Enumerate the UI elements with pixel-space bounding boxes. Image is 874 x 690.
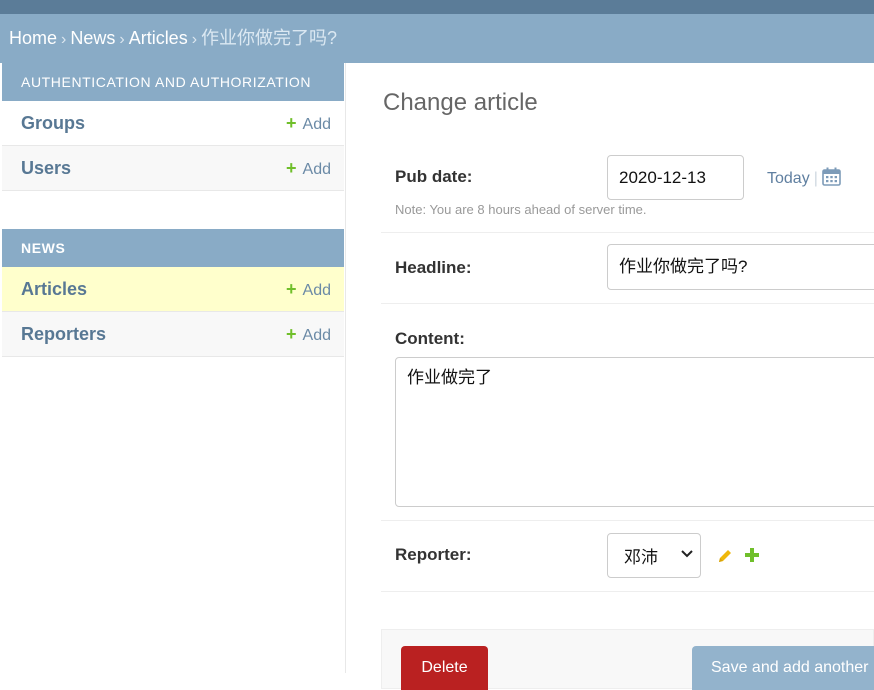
pub-date-help-text: Note: You are 8 hours ahead of server ti… bbox=[395, 202, 647, 217]
headline-label: Headline: bbox=[395, 258, 472, 277]
save-and-add-another-button[interactable]: Save and add another bbox=[692, 646, 874, 690]
breadcrumb-separator: › bbox=[119, 31, 125, 48]
groups-add-link[interactable]: + Add bbox=[286, 101, 331, 147]
plus-icon: + bbox=[286, 279, 297, 299]
module-caption-news[interactable]: NEWS bbox=[2, 229, 344, 267]
reporters-add-link[interactable]: + Add bbox=[286, 312, 331, 358]
calendar-icon[interactable] bbox=[822, 167, 841, 191]
pub-date-row: Pub date: 2020-12-13 Today | Note: You ar… bbox=[381, 147, 874, 233]
add-label: Add bbox=[302, 282, 331, 299]
module-caption-auth[interactable]: AUTHENTICATION AND AUTHORIZATION bbox=[2, 63, 344, 101]
add-label: Add bbox=[302, 327, 331, 344]
plus-icon: + bbox=[286, 113, 297, 133]
sidebar-item-articles-link[interactable]: Articles bbox=[21, 267, 87, 312]
sidebar-item-users-link[interactable]: Users bbox=[21, 146, 71, 191]
breadcrumb: Home › News › Articles › 作业你做完了吗? bbox=[0, 14, 874, 63]
header-bar bbox=[0, 0, 874, 14]
sidebar-item-articles: Articles + Add bbox=[2, 267, 344, 312]
page-title: Change article bbox=[383, 89, 538, 116]
sidebar-nav: AUTHENTICATION AND AUTHORIZATION Groups … bbox=[0, 63, 346, 673]
sidebar-item-groups: Groups + Add bbox=[2, 101, 344, 146]
breadcrumb-current: 作业你做完了吗? bbox=[201, 28, 338, 48]
headline-row: Headline: 作业你做完了吗? bbox=[381, 233, 874, 304]
breadcrumb-model-link[interactable]: Articles bbox=[129, 28, 188, 48]
reporter-select[interactable]: 邓沛 bbox=[607, 533, 701, 578]
add-label: Add bbox=[302, 161, 331, 178]
breadcrumb-app-link[interactable]: News bbox=[70, 28, 115, 48]
reporter-row: Reporter: 邓沛 bbox=[381, 521, 874, 592]
pencil-icon[interactable] bbox=[717, 548, 733, 569]
plus-icon: + bbox=[286, 158, 297, 178]
today-link[interactable]: Today bbox=[767, 170, 810, 187]
users-add-link[interactable]: + Add bbox=[286, 146, 331, 192]
add-label: Add bbox=[302, 116, 331, 133]
delete-button[interactable]: Delete bbox=[401, 646, 488, 690]
plus-icon[interactable] bbox=[745, 548, 759, 567]
plus-icon: + bbox=[286, 324, 297, 344]
sidebar-item-users: Users + Add bbox=[2, 146, 344, 191]
content-label: Content: bbox=[395, 329, 465, 348]
reporter-label: Reporter: bbox=[395, 545, 472, 564]
breadcrumb-home-link[interactable]: Home bbox=[9, 28, 57, 48]
sidebar-item-reporters-link[interactable]: Reporters bbox=[21, 312, 106, 357]
content-row: Content: 作业做完了 bbox=[381, 304, 874, 521]
headline-input[interactable]: 作业你做完了吗? bbox=[607, 244, 874, 290]
sidebar-item-groups-link[interactable]: Groups bbox=[21, 101, 85, 146]
pub-date-label: Pub date: bbox=[395, 167, 473, 186]
pub-date-input[interactable]: 2020-12-13 bbox=[607, 155, 744, 200]
main-content: Change article Pub date: 2020-12-13 Toda… bbox=[346, 63, 874, 690]
breadcrumb-separator: › bbox=[191, 31, 198, 48]
submit-row: Delete Save and add another bbox=[381, 629, 874, 690]
content-textarea[interactable]: 作业做完了 bbox=[395, 357, 874, 507]
chevron-down-icon bbox=[680, 543, 694, 570]
shortcut-separator: | bbox=[813, 170, 818, 187]
reporter-selected-value: 邓沛 bbox=[624, 548, 658, 567]
articles-add-link[interactable]: + Add bbox=[286, 267, 331, 313]
date-shortcuts: Today | bbox=[767, 167, 841, 191]
breadcrumb-separator: › bbox=[61, 31, 67, 48]
sidebar-item-reporters: Reporters + Add bbox=[2, 312, 344, 357]
